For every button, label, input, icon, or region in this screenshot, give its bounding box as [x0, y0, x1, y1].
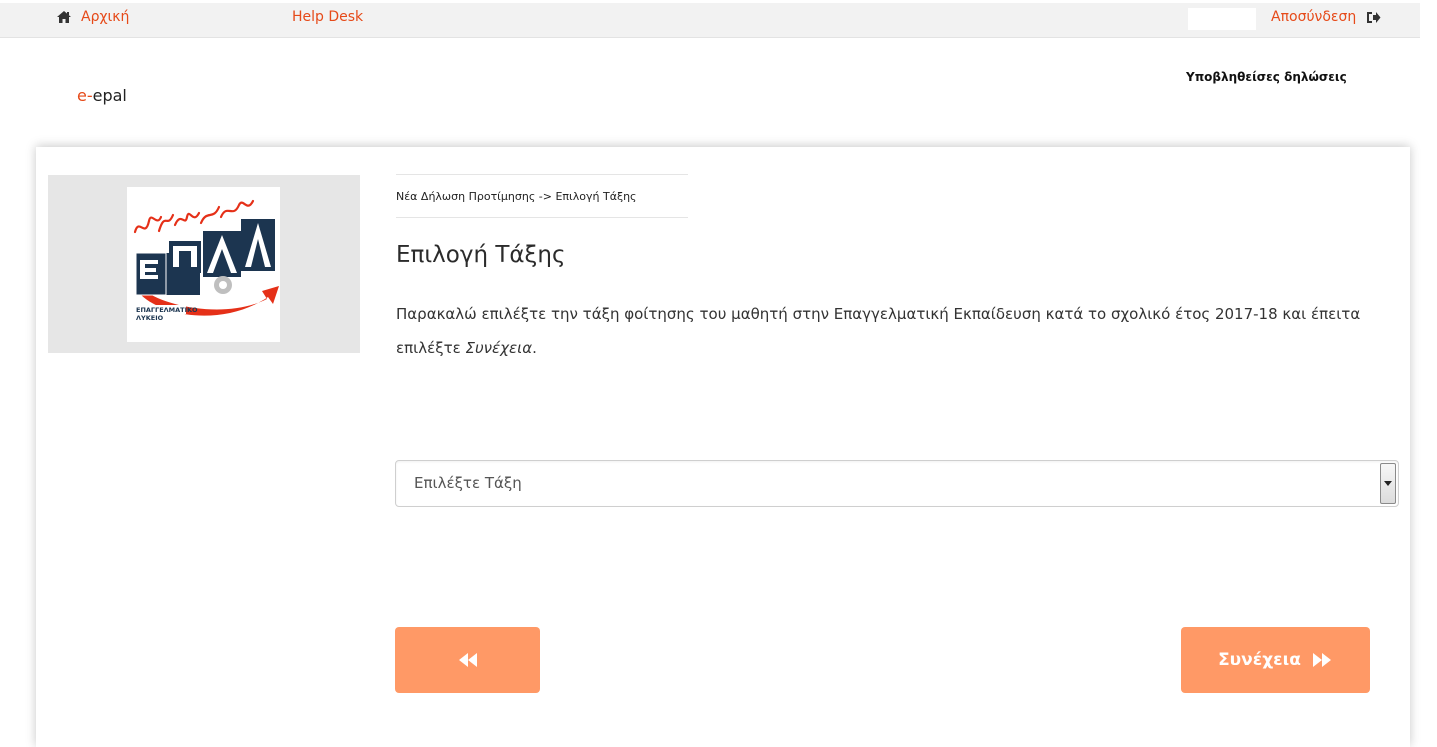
continue-button[interactable]: Συνέχεια [1181, 627, 1370, 693]
user-name-box [1188, 8, 1256, 30]
submitted-declarations-link[interactable]: Υποβληθείσες δηλώσεις [1186, 70, 1347, 84]
double-right-arrow-icon [1312, 653, 1331, 667]
breadcrumb: Νέα Δήλωση Προτίμησης -> Επιλογή Τάξης [396, 174, 688, 218]
logout-link[interactable]: Αποσύνδεση [1271, 9, 1381, 25]
brand-prefix: e- [77, 86, 93, 105]
double-left-arrow-icon [458, 653, 477, 667]
page-title: Επιλογή Τάξης [396, 242, 566, 268]
svg-text:ΛΥΚΕΙΟ: ΛΥΚΕΙΟ [136, 314, 164, 322]
main-card: ΕΠΑΓΓΕΛΜΑΤΙΚΟ ΛΥΚΕΙΟ Νέα Δήλωση Προτίμησ… [36, 147, 1410, 747]
back-button[interactable] [395, 627, 540, 693]
class-select[interactable]: Επιλέξτε Τάξη [395, 460, 1399, 507]
logout-label: Αποσύνδεση [1271, 9, 1357, 25]
chevron-down-icon[interactable] [1380, 463, 1396, 504]
epal-logo: ΕΠΑΓΓΕΛΜΑΤΙΚΟ ΛΥΚΕΙΟ [127, 187, 280, 342]
logo-panel: ΕΠΑΓΓΕΛΜΑΤΙΚΟ ΛΥΚΕΙΟ [48, 175, 360, 353]
svg-text:ΕΠΑΓΓΕΛΜΑΤΙΚΟ: ΕΠΑΓΓΕΛΜΑΤΙΚΟ [136, 306, 198, 314]
help-desk-link[interactable]: Help Desk [292, 9, 363, 25]
instructions-main: Παρακαλώ επιλέξτε την τάξη φοίτησης του … [396, 305, 1361, 357]
continue-button-label: Συνέχεια [1218, 650, 1301, 670]
home-link[interactable]: Αρχική [56, 9, 129, 25]
instructions-text: Παρακαλώ επιλέξτε την τάξη φοίτησης του … [396, 297, 1396, 365]
top-nav-bar: Αρχική Help Desk Αποσύνδεση [0, 0, 1437, 38]
brand-name: epal [92, 86, 127, 105]
class-select-value: Επιλέξτε Τάξη [414, 474, 522, 492]
home-link-label: Αρχική [81, 9, 130, 25]
logout-icon [1367, 11, 1381, 23]
instructions-end: . [532, 339, 537, 357]
home-icon [57, 11, 71, 23]
brand-logo[interactable]: e-epal [77, 86, 127, 105]
instructions-emphasis: Συνέχεια [465, 339, 533, 357]
